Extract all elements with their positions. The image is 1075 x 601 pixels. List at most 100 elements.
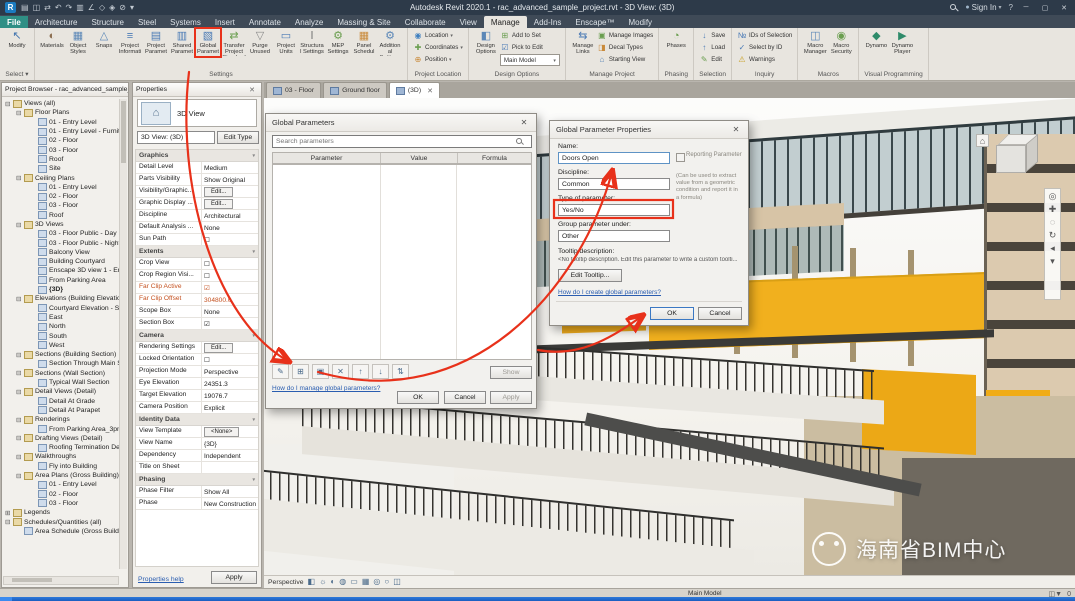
new-global-parameter-icon[interactable]: ⊞ <box>292 364 309 379</box>
purge-unused-button[interactable]: ▽Purge Unused <box>248 29 272 56</box>
properties-section-phasing[interactable]: Phasing▾ <box>136 474 258 486</box>
view-template-edit-button[interactable]: <None> <box>204 427 239 437</box>
materials-button[interactable]: ◐Materials <box>40 29 64 56</box>
sign-in-button[interactable]: ●Sign In <box>965 3 1001 12</box>
macro-security-button[interactable]: ◉Macro Security <box>829 29 853 56</box>
tree-item-03-floor[interactable]: 03 - Floor <box>3 145 119 154</box>
dialog-titlebar[interactable]: Global Parameter Properties ✕ <box>550 121 748 139</box>
discipline-select[interactable]: Common <box>558 178 670 190</box>
tree-item-from-parking-area[interactable]: From Parking Area <box>3 276 119 285</box>
tree-item-03-floor-public-night-re[interactable]: 03 - Floor Public - Night Re... <box>3 238 119 247</box>
close-icon[interactable]: ✕ <box>246 86 258 94</box>
properties-section-camera[interactable]: Camera▾ <box>136 330 258 342</box>
properties-header[interactable]: Properties ✕ <box>133 83 261 97</box>
ribbon-tab-steel[interactable]: Steel <box>131 16 163 28</box>
undo-icon[interactable]: ↶ <box>55 4 62 12</box>
tree-expander-icon[interactable]: ⊟ <box>16 472 24 480</box>
edit-type-button[interactable]: Edit Type <box>217 131 259 144</box>
tree-item-site[interactable]: Site <box>3 164 119 173</box>
tree-item-02-floor[interactable]: 02 - Floor <box>3 136 119 145</box>
properties-section-extents[interactable]: Extents▾ <box>136 246 258 258</box>
dynamo-button[interactable]: ◆Dynamo <box>864 29 888 56</box>
tree-expander-icon[interactable]: ⊞ <box>5 509 13 517</box>
ribbon-tab-massing-site[interactable]: Massing & Site <box>330 16 397 28</box>
visual-style-icon[interactable]: ◧ <box>308 578 316 586</box>
transfer-project-standards-button[interactable]: ⇄Transfer Project Standards <box>222 29 246 56</box>
ok-button[interactable]: OK <box>397 391 439 404</box>
properties-section-identity-data[interactable]: Identity Data▾ <box>136 414 258 426</box>
dynamo-player-button[interactable]: ▶Dynamo Player <box>890 29 914 56</box>
macro-manager-button[interactable]: ◫Macro Manager <box>803 29 827 56</box>
phases-button[interactable]: ◔Phases <box>664 29 688 56</box>
tag-icon[interactable]: ◇ <box>99 4 105 12</box>
tree-item-typical-wall-section[interactable]: Typical Wall Section <box>3 378 119 387</box>
close-icon[interactable]: ✕ <box>730 125 742 134</box>
additional-settings-button[interactable]: ⚙Additional Settings <box>378 29 402 56</box>
edit-button[interactable]: ✎Edit <box>699 54 725 65</box>
group-parameter-select[interactable]: Other <box>558 230 670 242</box>
revit-logo[interactable]: R <box>5 2 16 13</box>
object-styles-button[interactable]: ▦Object Styles <box>66 29 90 56</box>
manage-images-button[interactable]: ▣Manage Images <box>597 30 653 41</box>
manage-parameters-help-link[interactable]: How do I manage global parameters? <box>272 385 380 392</box>
tree-item-roof[interactable]: Roof <box>3 211 119 220</box>
default-3d-view-icon[interactable]: ◈ <box>109 4 115 12</box>
view-tab-ground-floor[interactable]: Ground floor <box>323 82 387 98</box>
shared-parameters-button[interactable]: ▥Shared Parameters <box>170 29 194 56</box>
tree-item-02-floor[interactable]: 02 - Floor <box>3 192 119 201</box>
print-icon[interactable]: ▥ <box>76 4 84 12</box>
open-icon[interactable]: ▤ <box>21 4 29 12</box>
main-model-select[interactable]: Main Model <box>500 54 560 66</box>
properties-apply-button[interactable]: Apply <box>211 571 257 584</box>
temporary-hide-isolate-icon[interactable]: ◎ <box>373 578 380 586</box>
duplicate-global-parameter-icon[interactable]: ▣ <box>312 364 329 379</box>
tree-item-03-floor-public-day-rend[interactable]: 03 - Floor Public - Day Rend... <box>3 229 119 238</box>
tree-expander-icon[interactable]: ⊟ <box>16 174 24 182</box>
edit-tooltip-button[interactable]: Edit Tooltip... <box>558 269 622 282</box>
location-button[interactable]: ◉Location <box>413 30 463 41</box>
ribbon-tab-systems[interactable]: Systems <box>163 16 208 28</box>
create-parameters-help-link[interactable]: How do I create global parameters? <box>558 289 661 296</box>
ribbon-tab-collaborate[interactable]: Collaborate <box>398 16 453 28</box>
close-icon[interactable]: ✕ <box>518 118 530 127</box>
maximize-button[interactable]: ▢ <box>1039 4 1051 12</box>
viewcube-home-icon[interactable]: ⌂ <box>976 134 989 147</box>
shadows-icon[interactable]: ◐ <box>330 578 335 586</box>
position-button[interactable]: ⊕Position <box>413 54 463 65</box>
structural-settings-button[interactable]: ⅠStructural Settings <box>300 29 324 56</box>
tree-expander-icon[interactable]: ⊟ <box>5 100 13 108</box>
modify-button[interactable]: ↖Modify <box>5 29 29 56</box>
ok-button[interactable]: OK <box>650 307 694 320</box>
parameter-name-input[interactable] <box>558 152 670 164</box>
mep-settings-button[interactable]: ⚙MEP Settings <box>326 29 350 56</box>
select-by-id-button[interactable]: ✓Select by ID <box>737 42 792 53</box>
temporary-view-properties-icon[interactable]: ◫ <box>393 578 401 586</box>
cancel-button[interactable]: Cancel <box>444 391 486 404</box>
tree-expander-icon[interactable]: ⊟ <box>16 416 24 424</box>
load-button[interactable]: ↑Load <box>699 42 725 53</box>
search-parameters-input[interactable] <box>272 135 532 148</box>
tree-item-west[interactable]: West <box>3 341 119 350</box>
browser-vertical-scrollbar[interactable] <box>119 99 127 569</box>
tree-item-03-floor[interactable]: 03 - Floor <box>3 201 119 210</box>
rendering-settings-edit-button[interactable]: Edit... <box>204 343 233 353</box>
close-button[interactable]: ✕ <box>1058 4 1070 12</box>
panel-schedule-templates-button[interactable]: ▦Panel Schedule Templates <box>352 29 376 56</box>
dialog-titlebar[interactable]: Global Parameters ✕ <box>266 114 536 132</box>
ribbon-tab-file[interactable]: File <box>0 16 28 28</box>
tree-item-roof[interactable]: Roof <box>3 155 119 164</box>
render-icon[interactable]: ◍ <box>339 578 346 586</box>
tree-item-roofing-termination-detail[interactable]: Roofing Termination Detail <box>3 443 119 452</box>
save-icon[interactable]: ◫ <box>33 4 41 12</box>
sort-parameters-icon[interactable]: ⇅ <box>392 364 409 379</box>
tree-item-detail-views-detail[interactable]: ⊟Detail Views (Detail) <box>3 387 119 396</box>
tree-item-south[interactable]: South <box>3 331 119 340</box>
ribbon-tab-architecture[interactable]: Architecture <box>28 16 85 28</box>
ribbon-tab-annotate[interactable]: Annotate <box>242 16 288 28</box>
graphic-display-edit-button[interactable]: Edit... <box>204 199 233 209</box>
tree-item-3d-views[interactable]: ⊟3D Views <box>3 220 119 229</box>
coordinates-button[interactable]: ✚Coordinates <box>413 42 463 53</box>
move-parameter-down-icon[interactable]: ↓ <box>372 364 389 379</box>
tree-item-01-entry-level-furnitur[interactable]: 01 - Entry Level - Furnitur... <box>3 127 119 136</box>
tree-item-renderings[interactable]: ⊟Renderings <box>3 415 119 424</box>
